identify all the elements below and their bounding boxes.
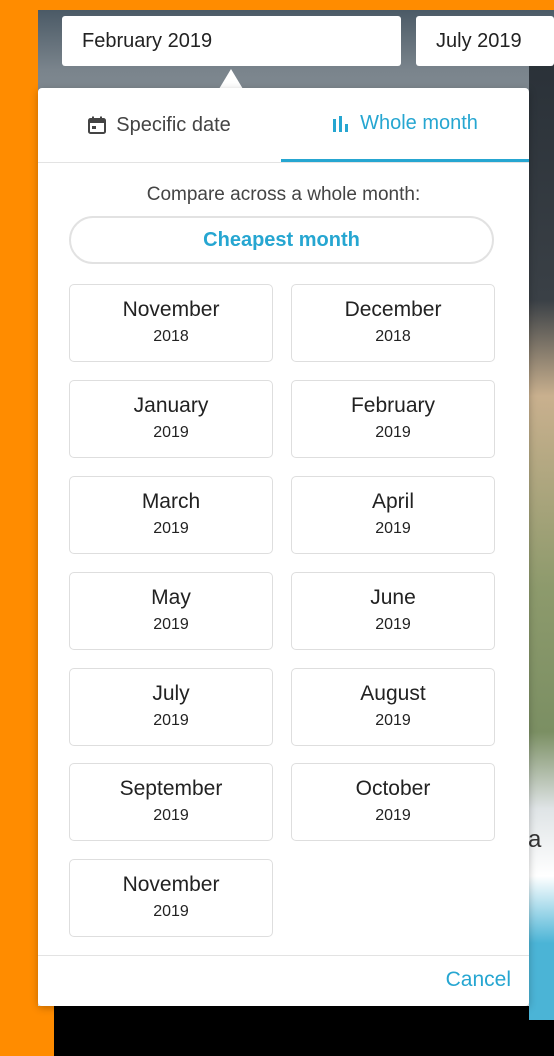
month-name: November: [122, 298, 220, 321]
tab-specific-date[interactable]: Specific date: [38, 88, 281, 162]
month-card[interactable]: August 2019: [291, 668, 495, 746]
background-peek-text: a: [528, 826, 542, 853]
month-card[interactable]: October 2019: [291, 763, 495, 841]
orange-backdrop-top: [0, 0, 554, 10]
return-date-field[interactable]: July 2019: [416, 16, 554, 66]
depart-date-field[interactable]: February 2019: [62, 16, 401, 66]
month-year: 2019: [375, 424, 411, 441]
month-card[interactable]: January 2019: [69, 380, 273, 458]
month-card[interactable]: March 2019: [69, 476, 273, 554]
bar-chart-icon: [332, 115, 350, 133]
month-name: April: [371, 490, 414, 513]
month-name: March: [141, 490, 201, 513]
month-year: 2019: [375, 712, 411, 729]
month-year: 2019: [153, 903, 189, 920]
month-card[interactable]: May 2019: [69, 572, 273, 650]
month-card[interactable]: February 2019: [291, 380, 495, 458]
month-name: July: [152, 682, 190, 705]
month-name: November: [122, 873, 220, 896]
month-year: 2019: [153, 520, 189, 537]
tab-whole-month[interactable]: Whole month: [281, 88, 529, 162]
month-card[interactable]: July 2019: [69, 668, 273, 746]
month-year: 2019: [375, 807, 411, 824]
month-year: 2018: [153, 328, 189, 345]
month-name: June: [370, 586, 416, 609]
picker-tabs: Specific date Whole month: [38, 88, 529, 163]
month-year: 2019: [153, 616, 189, 633]
compare-heading: Compare across a whole month:: [146, 184, 421, 205]
month-name: February: [350, 394, 436, 417]
tab-whole-month-label: Whole month: [360, 112, 478, 134]
cheapest-month-button[interactable]: Cheapest month: [69, 216, 494, 264]
month-card[interactable]: September 2019: [69, 763, 273, 841]
month-name: October: [355, 777, 431, 800]
month-year: 2019: [375, 520, 411, 537]
month-name: May: [151, 586, 191, 609]
month-card[interactable]: November 2018: [69, 284, 273, 362]
picker-footer: Cancel: [38, 955, 529, 1007]
month-picker-popup: Specific date Whole month Compare across…: [38, 88, 529, 1006]
month-year: 2019: [153, 712, 189, 729]
cancel-button[interactable]: Cancel: [446, 968, 511, 992]
month-name: August: [360, 682, 426, 705]
return-date-value: July 2019: [436, 29, 522, 52]
month-year: 2018: [375, 328, 411, 345]
month-name: January: [133, 394, 209, 417]
month-card[interactable]: December 2018: [291, 284, 495, 362]
month-year: 2019: [153, 807, 189, 824]
depart-date-value: February 2019: [82, 29, 213, 52]
month-card[interactable]: April 2019: [291, 476, 495, 554]
tab-specific-date-label: Specific date: [116, 113, 231, 136]
popup-caret: [219, 69, 243, 89]
month-year: 2019: [375, 616, 411, 633]
month-card[interactable]: November 2019: [69, 859, 273, 937]
month-name: September: [119, 777, 223, 800]
month-name: December: [344, 298, 442, 321]
month-card[interactable]: June 2019: [291, 572, 495, 650]
month-year: 2019: [153, 424, 189, 441]
calendar-icon: [88, 116, 107, 134]
background-right-strip: [529, 60, 554, 1020]
